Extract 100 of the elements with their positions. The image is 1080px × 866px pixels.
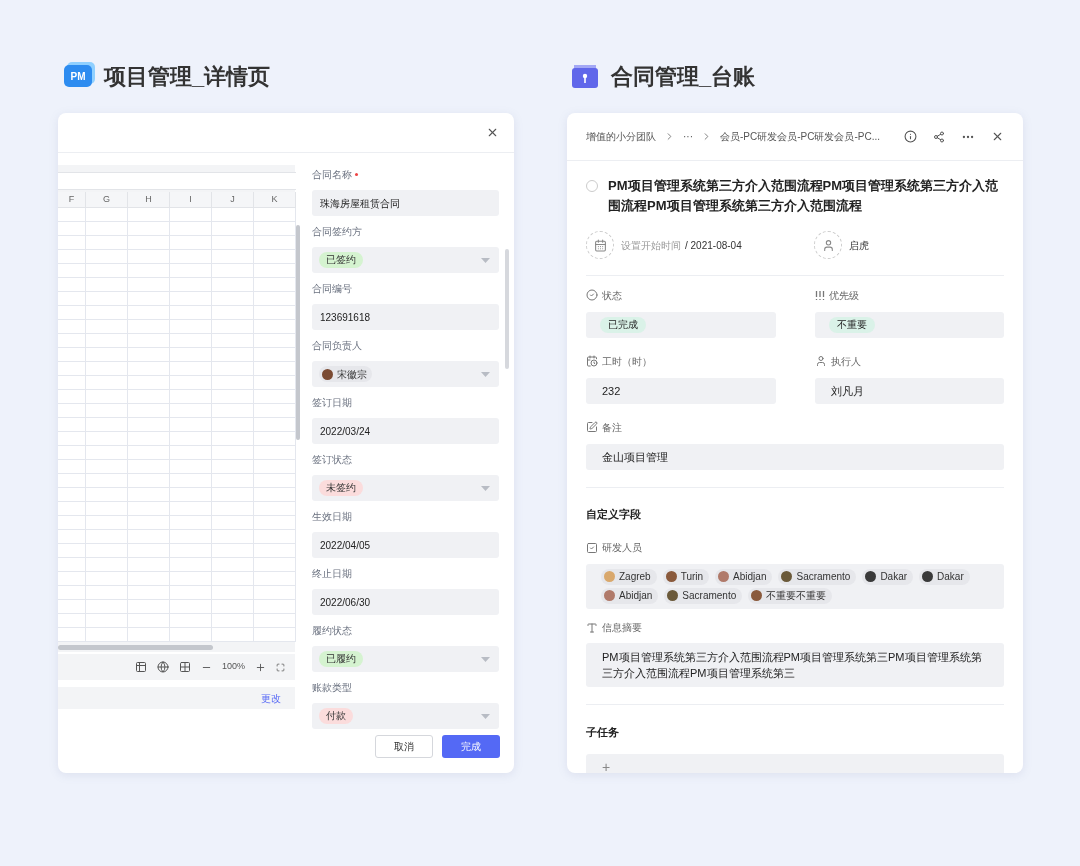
status-tag: 已完成 bbox=[600, 317, 646, 333]
person-chip: Abidjan bbox=[601, 587, 659, 604]
close-icon[interactable] bbox=[991, 130, 1004, 143]
column-header[interactable]: H bbox=[128, 192, 170, 207]
select-field[interactable]: 已履约 bbox=[312, 646, 499, 672]
field-label: 工时（时） bbox=[602, 354, 652, 369]
cancel-button[interactable]: 取消 bbox=[375, 735, 433, 758]
avatar bbox=[604, 590, 615, 601]
column-header[interactable]: F bbox=[58, 192, 86, 207]
fullscreen-icon[interactable] bbox=[276, 662, 285, 672]
section-title: 合同管理_台账 bbox=[611, 62, 756, 91]
field-label: 终止日期 bbox=[312, 566, 352, 581]
person-chip: Turin bbox=[662, 568, 710, 585]
section-heading: 子任务 bbox=[586, 724, 620, 740]
avatar bbox=[922, 571, 934, 582]
person-chip: 宋徽宗 bbox=[319, 366, 372, 382]
field-label: 合同名称 bbox=[312, 167, 352, 182]
breadcrumb-link[interactable]: 会员-PC研发会员-PC研发会员-PC... bbox=[720, 129, 880, 144]
text-field[interactable]: 刘凡月 bbox=[814, 378, 1004, 404]
dropdown-caret-icon bbox=[481, 713, 490, 719]
check-circle-icon bbox=[586, 289, 598, 301]
avatar bbox=[322, 368, 333, 380]
confirm-button[interactable]: 完成 bbox=[442, 735, 500, 758]
grid-icon[interactable] bbox=[178, 661, 191, 673]
dropdown-caret-icon bbox=[481, 257, 490, 263]
info-icon[interactable] bbox=[904, 130, 917, 143]
select-field[interactable]: 不重要 bbox=[814, 312, 1004, 338]
field-label: 备注 bbox=[602, 420, 622, 435]
field-label: 签订日期 bbox=[312, 395, 352, 410]
folder-icon bbox=[571, 63, 599, 89]
select-field[interactable]: 宋徽宗 bbox=[312, 361, 499, 387]
avatar bbox=[667, 590, 679, 601]
person-chip: Dakar bbox=[919, 568, 970, 585]
field-label: 执行人 bbox=[830, 354, 861, 369]
avatar bbox=[604, 571, 615, 582]
avatar bbox=[751, 590, 763, 601]
summary-field[interactable]: PM项目管理系统第三方介入范围流程PM项目管理系统第三PM项目管理系统第三方介入范围流程PM项目管理系统第三 bbox=[586, 642, 1004, 687]
change-link[interactable]: 更改 bbox=[261, 690, 281, 706]
column-header[interactable]: K bbox=[254, 192, 296, 207]
select-field[interactable]: 未签约 bbox=[312, 475, 499, 501]
close-icon[interactable] bbox=[486, 126, 499, 139]
user-icon bbox=[814, 355, 827, 367]
text-field[interactable]: 2022/04/05 bbox=[312, 532, 499, 558]
field-label: 优先级 bbox=[828, 288, 859, 303]
status-tag: 付款 bbox=[319, 708, 353, 724]
avatar bbox=[665, 571, 677, 582]
field-label: 生效日期 bbox=[312, 509, 352, 524]
breadcrumb-link[interactable]: 增值的小分团队 bbox=[586, 129, 656, 144]
person-chip: Sacramento bbox=[664, 587, 743, 604]
start-date-label: 设置开始时间 bbox=[621, 238, 681, 253]
text-field[interactable]: 232 bbox=[586, 378, 776, 404]
zoom-in-icon[interactable] bbox=[255, 661, 266, 673]
select-field[interactable]: 付款 bbox=[312, 703, 499, 729]
text-field[interactable]: 珠海房屋租赁合同 bbox=[312, 190, 499, 216]
select-field[interactable]: 已签约 bbox=[312, 247, 499, 273]
column-header[interactable]: I bbox=[170, 192, 212, 207]
column-header[interactable]: J bbox=[212, 192, 254, 207]
vertical-scrollbar[interactable] bbox=[504, 249, 509, 369]
dropdown-caret-icon bbox=[481, 371, 490, 377]
select-field[interactable]: 已完成 bbox=[586, 312, 776, 338]
checkbox-icon bbox=[586, 541, 598, 554]
breadcrumb-link[interactable]: ··· bbox=[683, 129, 693, 144]
text-field[interactable]: 2022/03/24 bbox=[312, 418, 499, 444]
task-title: PM项目管理系统第三方介入范围流程PM项目管理系统第三方介入范围流程PM项目管理系统第三方介入范围流程 bbox=[608, 177, 999, 215]
pm-logo: PM bbox=[64, 65, 92, 87]
horizontal-scrollbar[interactable] bbox=[58, 644, 213, 650]
task-checkbox[interactable] bbox=[586, 180, 598, 192]
field-label: 账款类型 bbox=[312, 680, 352, 695]
edit-icon bbox=[586, 421, 598, 433]
zoom-level: 100% bbox=[221, 660, 245, 674]
required-mark-icon bbox=[355, 172, 358, 176]
field-label: 合同负责人 bbox=[312, 338, 362, 353]
people-field[interactable]: Zagreb Turin Abidjan Sacramento Dakar Dakar Abidjan Sacramento 不重要不重要 bbox=[586, 563, 1004, 609]
person-chip: Dakar bbox=[862, 568, 914, 585]
status-tag: 未签约 bbox=[319, 480, 363, 496]
text-field[interactable]: 金山项目管理 bbox=[586, 444, 1004, 470]
avatar bbox=[781, 571, 793, 582]
start-date: / 2021-08-04 bbox=[685, 238, 742, 253]
column-header[interactable]: G bbox=[86, 192, 128, 207]
field-label: 信息摘要 bbox=[602, 621, 642, 635]
field-label: 合同签约方 bbox=[312, 224, 362, 239]
text-icon bbox=[586, 621, 598, 634]
owner-name: 启虎 bbox=[849, 238, 869, 253]
vertical-scrollbar[interactable] bbox=[296, 225, 300, 440]
avatar bbox=[865, 571, 877, 582]
field-label: 签订状态 bbox=[312, 452, 352, 467]
avatar bbox=[718, 571, 730, 582]
calendar-clock-icon bbox=[586, 355, 598, 367]
text-field[interactable]: 123691618 bbox=[312, 304, 499, 330]
person-chip: Abidjan bbox=[715, 568, 773, 585]
status-tag: 已履约 bbox=[319, 651, 363, 667]
person-chip: 不重要不重要 bbox=[748, 587, 833, 604]
status-tag: 已签约 bbox=[319, 252, 363, 268]
field-label: 研发人员 bbox=[602, 541, 642, 555]
share-icon[interactable] bbox=[933, 130, 945, 143]
priority-icon bbox=[814, 289, 825, 301]
status-tag: 不重要 bbox=[828, 317, 875, 333]
person-chip: Zagreb bbox=[601, 568, 657, 585]
text-field[interactable]: 2022/06/30 bbox=[312, 589, 499, 615]
section-heading: 自定义字段 bbox=[586, 507, 642, 522]
